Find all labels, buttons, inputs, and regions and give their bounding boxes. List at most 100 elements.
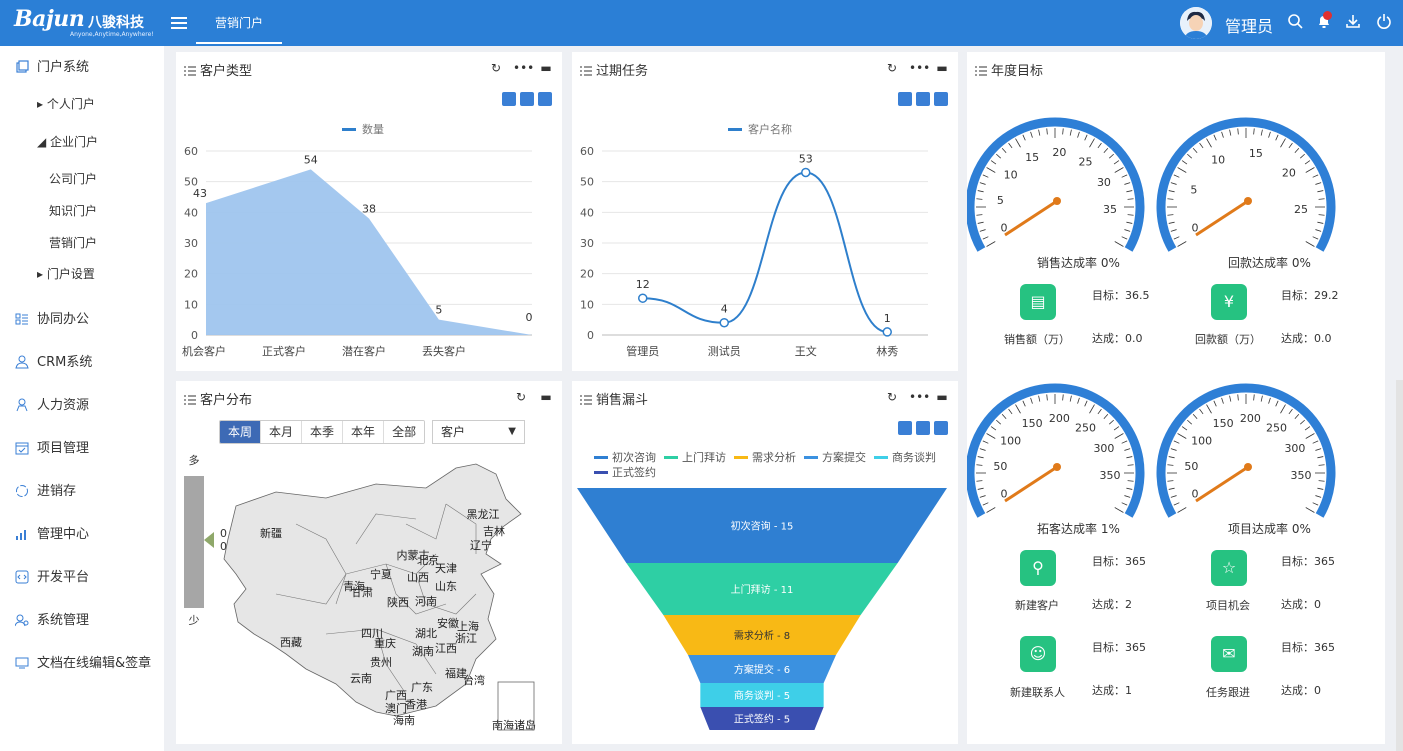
gauge-label-customers: 拓客达成率 1% bbox=[1037, 522, 1120, 536]
download-icon[interactable] bbox=[1343, 13, 1363, 33]
gauge-tick bbox=[1089, 404, 1095, 414]
sidebar-item-hr[interactable]: 人力资源 bbox=[0, 394, 164, 418]
sidebar-sub-company[interactable]: 公司门户 bbox=[49, 169, 97, 189]
sidebar-item-docs[interactable]: 文档在线编辑&签章 bbox=[0, 652, 164, 676]
gauge-tick-label: 300 bbox=[1284, 442, 1305, 455]
page-scrollbar[interactable] bbox=[1396, 380, 1403, 751]
sidebar-item-dev[interactable]: 开发平台 bbox=[0, 566, 164, 590]
sidebar-item-project[interactable]: 项目管理 bbox=[0, 437, 164, 461]
tab-marketing-portal[interactable]: 营销门户 bbox=[196, 0, 282, 46]
gauge-tick bbox=[1069, 129, 1072, 136]
visual-map-bar bbox=[184, 476, 204, 608]
gauge-tick bbox=[1318, 480, 1325, 482]
gauge-tick bbox=[1260, 395, 1263, 402]
period-all[interactable]: 全部 bbox=[384, 421, 425, 443]
sidebar-sub-settings[interactable]: ▸ 门户设置 bbox=[37, 264, 95, 284]
avatar[interactable] bbox=[1180, 7, 1212, 39]
gauge-tick bbox=[1121, 236, 1128, 240]
y-tick-label: 60 bbox=[184, 145, 198, 158]
sidebar-sub-marketing[interactable]: 营销门户 bbox=[49, 233, 97, 253]
gauge-tick bbox=[1046, 128, 1048, 135]
sales-doc-icon[interactable]: ▤ bbox=[1020, 284, 1056, 320]
user-name[interactable]: 管理员 bbox=[1225, 13, 1273, 37]
legend-label: 需求分析 bbox=[752, 450, 796, 464]
legend-swatch bbox=[664, 456, 678, 459]
data-label: 5 bbox=[435, 304, 442, 317]
sidebar-item-system[interactable]: 系统管理 bbox=[0, 609, 164, 633]
gauge-tick bbox=[1173, 440, 1180, 444]
maximize-icon[interactable]: ▬ bbox=[538, 389, 554, 405]
gauge-tick-label: 15 bbox=[1249, 147, 1263, 160]
panel-annual-goals: 年度目标 0 5 10 15 20 25 30 35 0 5 10 15 20 25 0 50 100 150 20… bbox=[967, 52, 1385, 744]
period-quarter[interactable]: 本季 bbox=[302, 421, 344, 443]
period-year[interactable]: 本年 bbox=[343, 421, 385, 443]
legend-label: 数量 bbox=[362, 123, 384, 136]
overdue-tasks-chart: 0 10 20 30 40 50 60 客户名称 12 管理员 4 测试员 53 王文 1 林秀 bbox=[580, 122, 928, 358]
gauge-tick bbox=[1124, 448, 1131, 451]
gauge-tick bbox=[1113, 160, 1120, 165]
gauge-tick bbox=[1299, 419, 1305, 425]
gauge-tick bbox=[1124, 229, 1131, 232]
province-label: 湖南 bbox=[412, 645, 434, 658]
gauge-tick bbox=[1199, 408, 1204, 415]
gauge-tick bbox=[1022, 400, 1026, 407]
gauge-tick bbox=[1124, 182, 1131, 185]
gauge-needle-hub bbox=[1053, 463, 1061, 471]
gauge-tick-label: 350 bbox=[1099, 469, 1120, 482]
gauge-tick bbox=[1022, 134, 1026, 141]
area-series bbox=[206, 169, 532, 335]
gauge-tick bbox=[1206, 138, 1212, 148]
goal-metric: 销售额（万） bbox=[1004, 333, 1070, 346]
gauge-tick bbox=[976, 198, 983, 200]
province-label: 新疆 bbox=[260, 526, 282, 540]
gauge-arc bbox=[1156, 383, 1336, 518]
gauge-tick bbox=[1177, 507, 1187, 513]
refresh-icon[interactable]: ↻ bbox=[513, 389, 529, 405]
sidebar-item-crm[interactable]: CRM系统 bbox=[0, 351, 164, 375]
contact-icon[interactable]: ☺ bbox=[1020, 636, 1056, 672]
goal-achieved: 达成：1 bbox=[1092, 684, 1132, 697]
gauge-tick bbox=[977, 221, 984, 224]
hamburger-menu-icon[interactable] bbox=[171, 14, 187, 30]
gauge-tick-label: 5 bbox=[997, 194, 1004, 207]
sidebar-item-portal[interactable]: 门户系统 bbox=[0, 56, 164, 80]
data-label: 54 bbox=[304, 153, 318, 166]
gauge-needle bbox=[1004, 465, 1058, 503]
gauge-tick-label: 20 bbox=[1052, 146, 1066, 159]
search-icon[interactable] bbox=[1285, 13, 1305, 33]
code-icon bbox=[14, 570, 30, 586]
visual-map-low: 少 bbox=[189, 614, 200, 627]
star-icon[interactable]: ☆ bbox=[1211, 550, 1247, 586]
sidebar-item-inventory[interactable]: 进销存 bbox=[0, 480, 164, 504]
new-customer-icon[interactable]: ⚲ bbox=[1020, 550, 1056, 586]
gauge-tick bbox=[1305, 241, 1315, 247]
period-month[interactable]: 本月 bbox=[261, 421, 303, 443]
sidebar-item-office[interactable]: 协同办公 bbox=[0, 308, 164, 332]
project-icon bbox=[14, 441, 30, 457]
gauge-tick bbox=[1312, 174, 1319, 178]
distribution-type-select[interactable]: 客户 ▼ bbox=[432, 420, 525, 444]
gauge-tick bbox=[1167, 214, 1174, 216]
gauge-tick bbox=[1170, 495, 1177, 498]
panel-title: 客户分布 bbox=[184, 393, 253, 408]
power-icon[interactable] bbox=[1374, 13, 1394, 33]
data-point bbox=[882, 327, 892, 337]
gauge-tick bbox=[1001, 148, 1007, 154]
task-icon[interactable]: ✉ bbox=[1211, 636, 1247, 672]
gauge-tick bbox=[979, 229, 986, 232]
sidebar-item-management[interactable]: 管理中心 bbox=[0, 523, 164, 547]
brand-logo[interactable]: Bajun 八骏科技 Anyone,Anytime,Anywhere! bbox=[14, 6, 154, 40]
panel-sales-funnel: 销售漏斗 ↻ ••• ▬ 初次咨询 上门拜访 需求分析 方案提交 商务谈判 正式签约 初次咨… bbox=[572, 381, 958, 744]
gauge-tick bbox=[976, 480, 983, 482]
period-week[interactable]: 本周 bbox=[220, 421, 262, 443]
top-bar: Bajun 八骏科技 Anyone,Anytime,Anywhere! 营销门户… bbox=[0, 0, 1403, 46]
money-bag-icon[interactable]: ¥ bbox=[1211, 284, 1247, 320]
sidebar-sub-knowledge[interactable]: 知识门户 bbox=[49, 201, 97, 221]
gauge-tick bbox=[1229, 129, 1232, 136]
gauge-tick bbox=[1108, 419, 1114, 425]
gauge-tick bbox=[982, 174, 989, 178]
gauge-tick bbox=[1170, 448, 1177, 451]
gauge-arc bbox=[1156, 117, 1336, 252]
sidebar-sub-personal[interactable]: ▸ 个人门户 bbox=[37, 94, 95, 114]
sidebar-sub-enterprise[interactable]: ◢ 企业门户 bbox=[37, 132, 98, 152]
